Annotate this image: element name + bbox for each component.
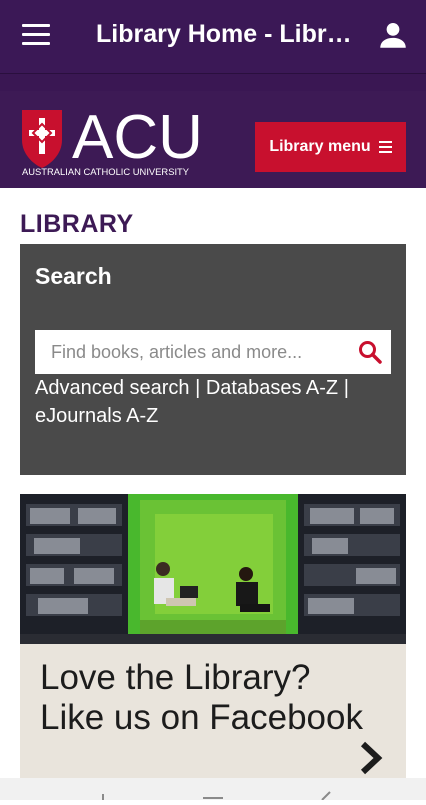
search-links: Advanced search | Databases A-Z | eJourn… [35,374,385,430]
header-divider [0,73,426,92]
promo-text: Love the Library? Like us on Facebook [40,658,363,737]
app-bar: Library Home - Library [0,0,426,73]
search-box [35,330,391,374]
ejournals-link[interactable]: eJournals A-Z [35,405,158,427]
library-photo [20,494,406,644]
chevron-right-icon[interactable] [358,740,384,776]
hamburger-menu-icon[interactable] [22,24,50,48]
link-separator: | [189,377,206,399]
facebook-promo-card[interactable]: Love the Library? Like us on Facebook [20,494,406,784]
nav-bar-icons [102,791,331,801]
link-separator: | [338,377,349,399]
site-header: ACU AUSTRALIAN CATHOLIC UNIVERSITY Libra… [0,91,426,188]
promo-text-area: Love the Library? Like us on Facebook [20,644,406,784]
search-heading: Search [35,263,112,289]
section-title: LIBRARY [20,210,134,238]
search-icon[interactable] [357,339,383,365]
menu-lines-icon [378,138,392,156]
library-menu-label: Library menu [269,138,371,155]
logo-text: ACU [72,106,203,172]
logo-subtitle: AUSTRALIAN CATHOLIC UNIVERSITY [22,166,190,176]
page-title: Library Home - Library [96,20,352,48]
advanced-search-link[interactable]: Advanced search [35,377,190,399]
acu-logo[interactable]: ACU AUSTRALIAN CATHOLIC UNIVERSITY [20,106,220,176]
library-menu-button[interactable]: Library menu [255,122,406,172]
search-input[interactable] [35,330,361,374]
account-icon[interactable] [376,18,410,52]
recents-icon[interactable] [321,791,331,801]
search-panel: Search Advanced search | Databases A-Z |… [20,244,406,475]
databases-link[interactable]: Databases A-Z [206,377,338,399]
system-nav-bar [0,778,426,801]
